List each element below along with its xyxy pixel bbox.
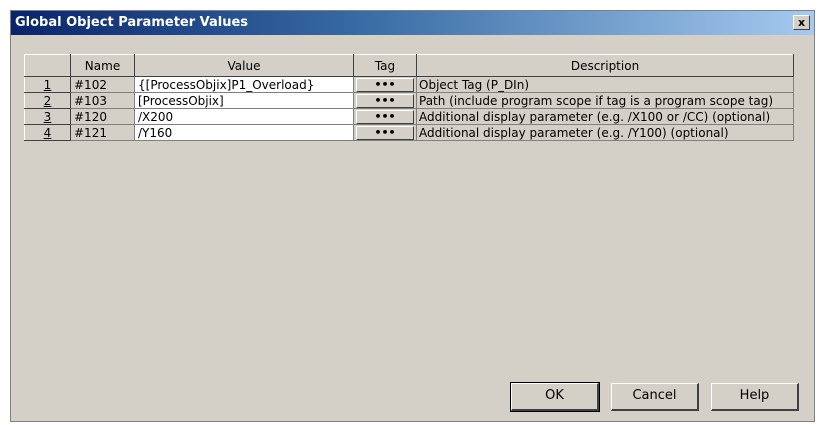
- name-cell: #102: [70, 76, 135, 93]
- description-cell: Path (include program scope if tag is a …: [416, 92, 794, 109]
- title-bar: Global Object Parameter Values x: [11, 11, 814, 35]
- description-cell: Additional display parameter (e.g. /Y100…: [416, 124, 794, 141]
- value-field[interactable]: /X200: [134, 108, 354, 125]
- name-cell: #120: [70, 108, 135, 125]
- cancel-button[interactable]: Cancel: [611, 383, 699, 411]
- row-number[interactable]: 1: [24, 76, 71, 93]
- description-cell: Object Tag (P_DIn): [416, 76, 794, 93]
- value-field[interactable]: [ProcessObjix]: [134, 92, 354, 109]
- help-button[interactable]: Help: [711, 383, 799, 411]
- table-row: 4 #121 /Y160 ••• Additional display para…: [24, 124, 794, 141]
- tag-cell: •••: [353, 92, 417, 109]
- tag-browse-button[interactable]: •••: [356, 125, 414, 140]
- table-row: 3 #120 /X200 ••• Additional display para…: [24, 108, 794, 125]
- parameter-table: Name Value Tag Description 1 #102 {[Proc…: [24, 54, 794, 141]
- tag-cell: •••: [353, 108, 417, 125]
- close-icon: x: [797, 16, 806, 29]
- column-header-tag[interactable]: Tag: [353, 54, 417, 77]
- column-header-description[interactable]: Description: [416, 54, 794, 77]
- column-header-rownum: [24, 54, 71, 77]
- name-cell: #121: [70, 124, 135, 141]
- dialog-window: Global Object Parameter Values x Name Va…: [10, 10, 815, 422]
- table-row: 1 #102 {[ProcessObjix]P1_Overload} ••• O…: [24, 76, 794, 93]
- tag-cell: •••: [353, 76, 417, 93]
- value-field[interactable]: /Y160: [134, 124, 354, 141]
- tag-browse-button[interactable]: •••: [356, 109, 414, 124]
- name-cell: #103: [70, 92, 135, 109]
- close-button[interactable]: x: [793, 15, 810, 30]
- ok-button[interactable]: OK: [510, 382, 600, 412]
- row-number[interactable]: 3: [24, 108, 71, 125]
- tag-cell: •••: [353, 124, 417, 141]
- description-cell: Additional display parameter (e.g. /X100…: [416, 108, 794, 125]
- value-field[interactable]: {[ProcessObjix]P1_Overload}: [134, 76, 354, 93]
- table-row: 2 #103 [ProcessObjix] ••• Path (include …: [24, 92, 794, 109]
- dialog-title: Global Object Parameter Values: [15, 15, 249, 30]
- tag-browse-button[interactable]: •••: [356, 77, 414, 92]
- table-header-row: Name Value Tag Description: [24, 54, 794, 77]
- row-number[interactable]: 2: [24, 92, 71, 109]
- column-header-name[interactable]: Name: [70, 54, 135, 77]
- column-header-value[interactable]: Value: [134, 54, 354, 77]
- row-number[interactable]: 4: [24, 124, 71, 141]
- tag-browse-button[interactable]: •••: [356, 93, 414, 108]
